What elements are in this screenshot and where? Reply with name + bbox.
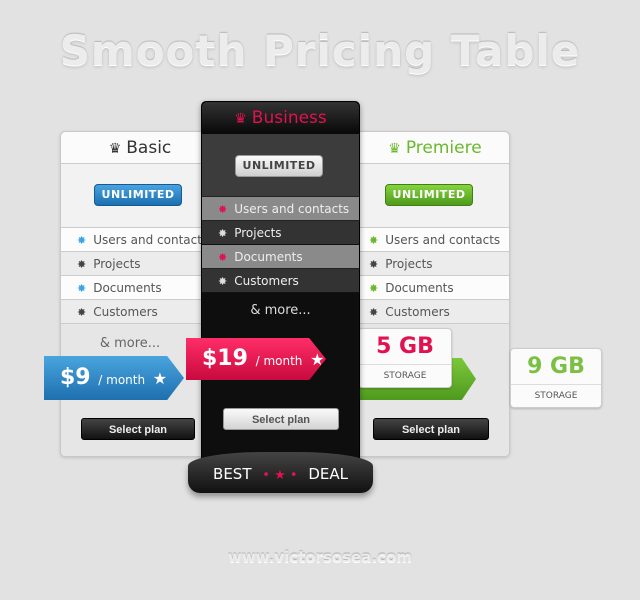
unlimited-badge: UNLIMITED	[385, 184, 473, 206]
price-value: $9	[60, 365, 91, 390]
feature-item: ✸ Users and contacts	[202, 197, 359, 221]
star-icon: ✸	[369, 258, 379, 271]
storage-box: 9 GB STORAGE	[510, 348, 602, 408]
feature-item: ✸ Documents	[202, 245, 359, 269]
storage-value: 9 GB	[511, 349, 601, 385]
plan-name: Basic	[126, 138, 172, 158]
storage-label: STORAGE	[383, 371, 427, 381]
plan-name: Business	[251, 108, 327, 128]
price-ribbon-basic: $9 / month ★	[44, 356, 184, 400]
plan-header: ♛ Business	[202, 102, 359, 134]
crown-icon: ♛	[388, 141, 401, 157]
select-plan-business-button[interactable]: Select plan	[223, 408, 339, 430]
best-deal-ribbon: BEST • ★ • DEAL	[188, 452, 373, 493]
deal-label: DEAL	[308, 465, 348, 483]
price-period: / month	[255, 354, 303, 368]
feature-item: ✸ Customers	[61, 300, 219, 324]
star-icon: ✸	[369, 306, 379, 319]
unlimited-badge: UNLIMITED	[94, 184, 182, 206]
select-plan-basic-button[interactable]: Select plan	[81, 418, 195, 440]
storage-box: 5 GB STORAGE	[358, 328, 452, 388]
star-icon: ✸	[218, 251, 228, 264]
feature-item: ✸ Projects	[61, 252, 219, 276]
crown-icon: ♛	[108, 141, 122, 157]
best-label: BEST	[213, 465, 252, 483]
feature-item: ✸ Documents	[353, 276, 509, 300]
star-icon: ✸	[218, 275, 228, 288]
plan-header: ♛ Premiere	[351, 132, 509, 164]
storage-label: STORAGE	[534, 391, 578, 401]
feature-item: ✸ Customers	[353, 300, 509, 324]
plan-header: ♛ Basic	[61, 132, 219, 164]
page-title: Smooth Pricing Table	[59, 26, 581, 75]
select-plan-premiere-button[interactable]: Select plan	[373, 418, 489, 440]
footer-link[interactable]: www.victorsosea.com	[0, 548, 640, 566]
price-period: / month	[98, 373, 146, 387]
star-icon: ✸	[218, 203, 228, 216]
star-icon: ★	[152, 369, 168, 388]
star-icon: ✸	[77, 258, 87, 271]
feature-item: ✸ Projects	[202, 221, 359, 245]
unlimited-badge: UNLIMITED	[235, 155, 323, 177]
star-icon: • ★ •	[262, 468, 298, 483]
price-ribbon-business: $19 / month ★	[186, 338, 326, 380]
feature-item: ✸ Users and contacts	[353, 228, 509, 252]
star-icon: ✸	[369, 282, 379, 295]
price-value: $19	[202, 346, 248, 371]
plan-basic: ♛ Basic UNLIMITED ✸ Users and contacts ✸ Pr…	[60, 131, 220, 457]
star-icon: ✸	[77, 234, 87, 247]
feature-item: ✸ Customers	[202, 269, 359, 293]
star-icon: ✸	[369, 234, 379, 247]
star-icon: ✸	[77, 306, 87, 319]
storage-value: 5 GB	[359, 329, 451, 365]
more-text: & more...	[250, 303, 311, 318]
star-icon: ✸	[77, 282, 87, 295]
crown-icon: ♛	[234, 111, 247, 127]
plan-premiere: ♛ Premiere UNLIMITED ✸ Users and contacts …	[350, 131, 510, 457]
feature-item: ✸ Users and contacts	[61, 228, 219, 252]
plan-name: Premiere	[405, 138, 482, 158]
feature-item: ✸ Documents	[61, 276, 219, 300]
feature-item: ✸ Projects	[353, 252, 509, 276]
star-icon: ✸	[218, 227, 228, 240]
